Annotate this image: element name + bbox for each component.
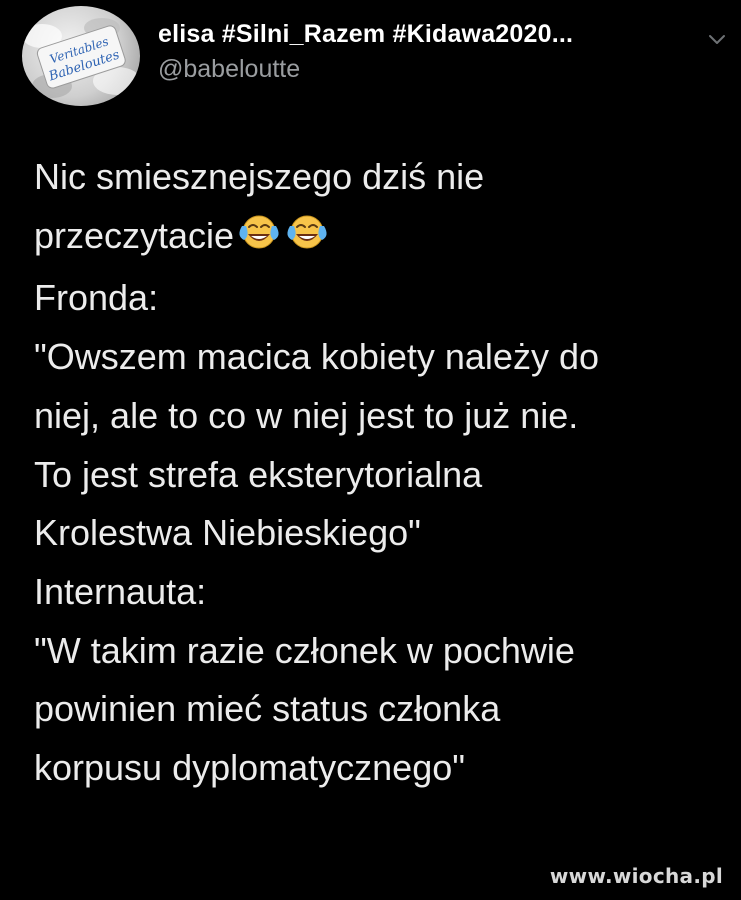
- avatar[interactable]: Veritables Babeloutes: [22, 6, 140, 106]
- face-with-tears-of-joy-icon: [284, 211, 330, 270]
- tweet-line: korpusu dyplomatycznego": [34, 747, 466, 789]
- tweet-line: Fronda:: [34, 277, 159, 319]
- chevron-down-icon[interactable]: [706, 28, 728, 50]
- face-with-tears-of-joy-icon: [236, 211, 282, 270]
- display-name[interactable]: elisa #Silni_Razem #Kidawa2020...: [158, 20, 573, 49]
- tweet-header: Veritables Babeloutes elisa #Silni_Razem…: [22, 6, 725, 106]
- tweet-line: niej, ale to co w niej jest to już nie.: [34, 394, 579, 436]
- watermark: www.wiocha.pl: [549, 864, 723, 888]
- handle[interactable]: @babeloutte: [158, 55, 573, 84]
- candy-avatar-icon: Veritables Babeloutes: [22, 18, 140, 98]
- tweet-line: przeczytacie: [34, 214, 235, 256]
- tweet-line: "W takim razie członek w pochwie: [34, 629, 575, 671]
- tweet-line: Nic smiesznejszego dziś nie: [34, 156, 485, 197]
- tweet-line: Internauta:: [34, 570, 207, 612]
- tweet-line-with-emoji: przeczytacie: [34, 207, 724, 270]
- tweet-line: Krolestwa Niebieskiego": [34, 512, 421, 554]
- author-block[interactable]: elisa #Silni_Razem #Kidawa2020... @babel…: [158, 20, 573, 84]
- tweet-line: powinien mieć status członka: [34, 688, 501, 730]
- tweet-text: Nic smiesznejszego dziś nie przeczytacie…: [34, 148, 724, 798]
- tweet-line: To jest strefa eksterytorialna: [34, 453, 483, 495]
- tweet-line: "Owszem macica kobiety należy do: [34, 336, 599, 378]
